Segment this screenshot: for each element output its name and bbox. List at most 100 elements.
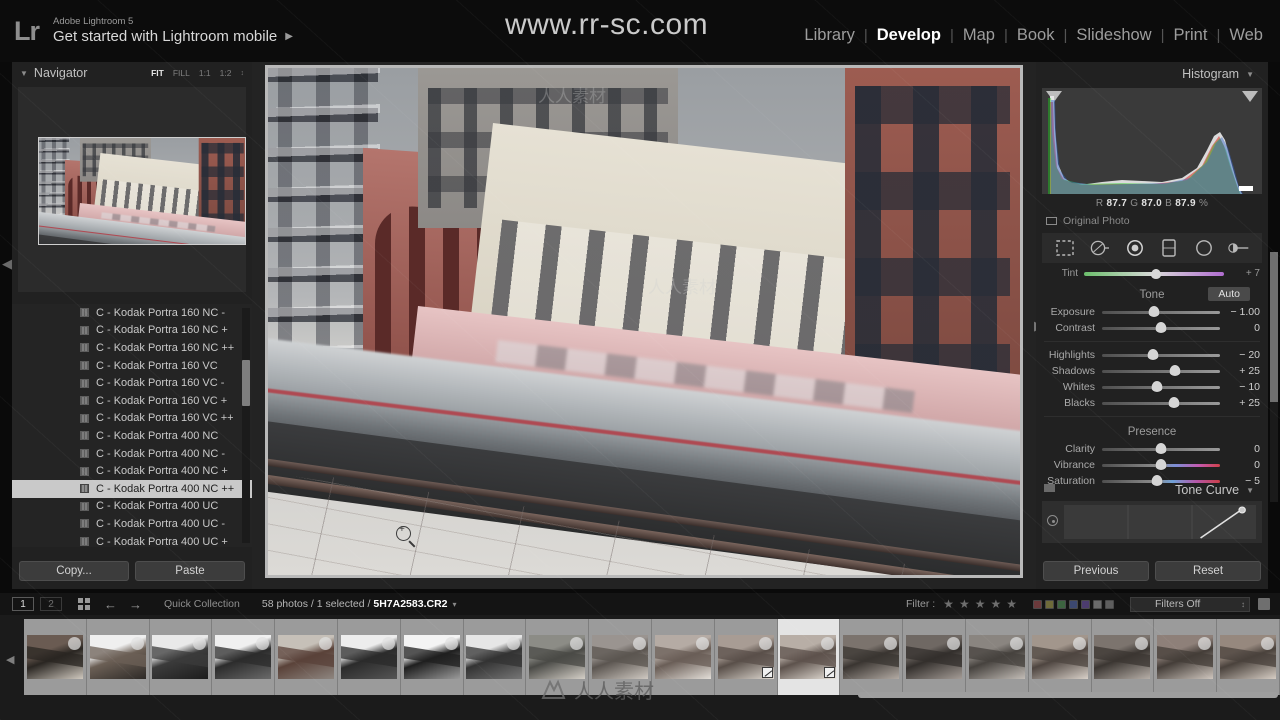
zoom-level-fit[interactable]: FIT [151, 68, 164, 78]
previous-button[interactable]: Previous [1043, 561, 1149, 581]
slider-track[interactable] [1102, 349, 1220, 360]
thumbnail-badge[interactable] [1261, 637, 1275, 650]
tone-curve-plot[interactable] [1064, 505, 1256, 539]
preset-item[interactable]: C - Kodak Portra 160 VC ++ [12, 410, 252, 428]
slider-knob[interactable] [1168, 397, 1180, 408]
slider-track[interactable] [1102, 306, 1220, 317]
slider-track[interactable] [1102, 443, 1220, 454]
star-1[interactable]: ★ [943, 597, 954, 611]
tone-curve-graph[interactable] [1042, 501, 1262, 543]
thumbnail-badge[interactable] [758, 637, 772, 650]
filmstrip-thumbnail[interactable] [337, 619, 401, 695]
slider-knob[interactable] [1147, 349, 1159, 360]
filmstrip-thumbnail[interactable] [903, 619, 966, 695]
photo-frame[interactable]: 人人素材 人人素材 [265, 65, 1023, 578]
identity-plate[interactable]: Adobe Lightroom 5 Get started with Light… [53, 16, 293, 45]
preset-item[interactable]: C - Kodak Portra 400 NC + [12, 462, 252, 480]
preset-item[interactable]: C - Kodak Portra 400 NC [12, 427, 252, 445]
thumbnail-badge[interactable] [130, 637, 144, 650]
filmstrip-scrollbar[interactable] [858, 692, 1278, 698]
filmstrip-thumbnail[interactable] [463, 619, 527, 695]
left-panel-collapse-arrow[interactable]: ◀ [2, 256, 12, 272]
module-print[interactable]: Print [1165, 26, 1217, 45]
slider-knob[interactable] [1155, 459, 1167, 470]
slider-shadows[interactable]: Shadows + 25 [1036, 363, 1268, 379]
navigator-preview-box[interactable] [18, 87, 246, 292]
preset-item[interactable]: C - Kodak Portra 160 NC - [12, 304, 252, 322]
zoom-stepper-icon[interactable]: ↕ [241, 70, 245, 77]
scrollbar-thumb[interactable] [242, 360, 250, 406]
filmstrip-left-arrow[interactable]: ◀ [6, 653, 14, 666]
star-4[interactable]: ★ [990, 597, 1001, 611]
tint-track[interactable] [1084, 268, 1224, 279]
tint-knob[interactable] [1151, 268, 1162, 279]
preset-item[interactable]: C - Kodak Portra 400 UC - [12, 515, 252, 533]
chevron-down-icon[interactable]: ▼ [1246, 70, 1254, 79]
copy-button[interactable]: Copy... [19, 561, 129, 581]
zoom-level-fill[interactable]: FILL [173, 68, 190, 78]
spot-removal-tool[interactable] [1089, 237, 1111, 259]
filmstrip-thumbnail[interactable] [714, 619, 778, 695]
slider-knob[interactable] [1148, 306, 1160, 317]
preset-item[interactable]: C - Kodak Portra 160 VC [12, 357, 252, 375]
slider-knob[interactable] [1151, 381, 1163, 392]
filmstrip-thumbnail[interactable] [24, 619, 87, 695]
color-label-filters[interactable] [1025, 599, 1122, 609]
red-eye-correction-tool[interactable] [1124, 237, 1146, 259]
star-5[interactable]: ★ [1006, 597, 1017, 611]
filmstrip-thumbnail[interactable] [86, 619, 150, 695]
filter-lock-icon[interactable] [1258, 598, 1270, 610]
thumbnail-badge[interactable] [256, 637, 270, 650]
thumbnail-badge[interactable] [695, 637, 709, 650]
slider-clarity[interactable]: Clarity 0 [1036, 441, 1268, 457]
module-slideshow[interactable]: Slideshow [1067, 26, 1160, 45]
radial-filter-tool[interactable] [1193, 237, 1215, 259]
rating-filter-stars[interactable]: ★ ★ ★ ★ ★ [943, 597, 1017, 611]
thumbnail-badge[interactable] [1009, 637, 1023, 650]
thumbnail-badge[interactable] [507, 637, 521, 650]
develop-adjustment-badge[interactable] [761, 667, 773, 678]
module-develop[interactable]: Develop [868, 26, 950, 45]
slider-vibrance[interactable]: Vibrance 0 [1036, 457, 1268, 473]
preset-item[interactable]: C - Kodak Portra 400 NC ++ [12, 479, 252, 498]
slider-track[interactable] [1102, 381, 1220, 392]
chevron-down-icon[interactable]: ▼ [1246, 486, 1254, 495]
zoom-level-1-1[interactable]: 1:1 [199, 68, 211, 78]
chevron-down-icon[interactable]: ▾ [453, 600, 457, 609]
thumbnail-badge[interactable] [193, 637, 207, 650]
module-book[interactable]: Book [1008, 26, 1064, 45]
chevron-down-icon[interactable]: ▼ [20, 69, 28, 78]
thumbnail-badge[interactable] [1198, 637, 1212, 650]
thumbnail-badge[interactable] [319, 637, 333, 650]
color-label-6[interactable] [1093, 599, 1102, 609]
color-label-4[interactable] [1069, 599, 1078, 609]
color-label-7[interactable] [1105, 599, 1114, 609]
right-panel-scrollbar[interactable] [1270, 252, 1278, 502]
second-window-button[interactable]: 2 [40, 597, 62, 611]
thumbnail-badge[interactable] [570, 637, 584, 650]
auto-tone-button[interactable]: Auto [1208, 287, 1250, 301]
go-back-icon[interactable]: ← [104, 597, 117, 612]
thumbnail-badge[interactable] [381, 637, 395, 650]
identity-tagline[interactable]: Get started with Lightroom mobile ▶ [53, 28, 293, 45]
main-photo[interactable]: 人人素材 人人素材 [268, 68, 1020, 575]
filmstrip-thumbnail[interactable] [275, 619, 338, 695]
slider-track[interactable] [1102, 365, 1220, 376]
slider-knob[interactable] [1155, 322, 1167, 333]
target-adjustment-icon[interactable] [1047, 515, 1058, 526]
star-2[interactable]: ★ [959, 597, 970, 611]
filmstrip-thumbnail[interactable] [212, 619, 276, 695]
slider-contrast[interactable]: Contrast 0 [1036, 320, 1268, 336]
tagline-arrow-icon[interactable]: ▶ [285, 31, 293, 42]
filmstrip-thumbnail[interactable] [1028, 619, 1092, 695]
filmstrip-thumbnail[interactable] [965, 619, 1029, 695]
histogram-graph[interactable] [1042, 88, 1262, 194]
thumbnail-badge[interactable] [821, 637, 835, 650]
preset-item[interactable]: C - Kodak Portra 160 VC - [12, 374, 252, 392]
scrollbar-thumb[interactable] [1270, 252, 1278, 402]
tone-curve-header[interactable]: Tone Curve ▼ [1036, 479, 1268, 501]
filmstrip-thumbnail[interactable] [149, 619, 213, 695]
color-label-1[interactable] [1033, 599, 1042, 609]
histogram-header[interactable]: Histogram ▼ [1036, 62, 1268, 86]
slider-blacks[interactable]: Blacks + 25 [1036, 395, 1268, 411]
